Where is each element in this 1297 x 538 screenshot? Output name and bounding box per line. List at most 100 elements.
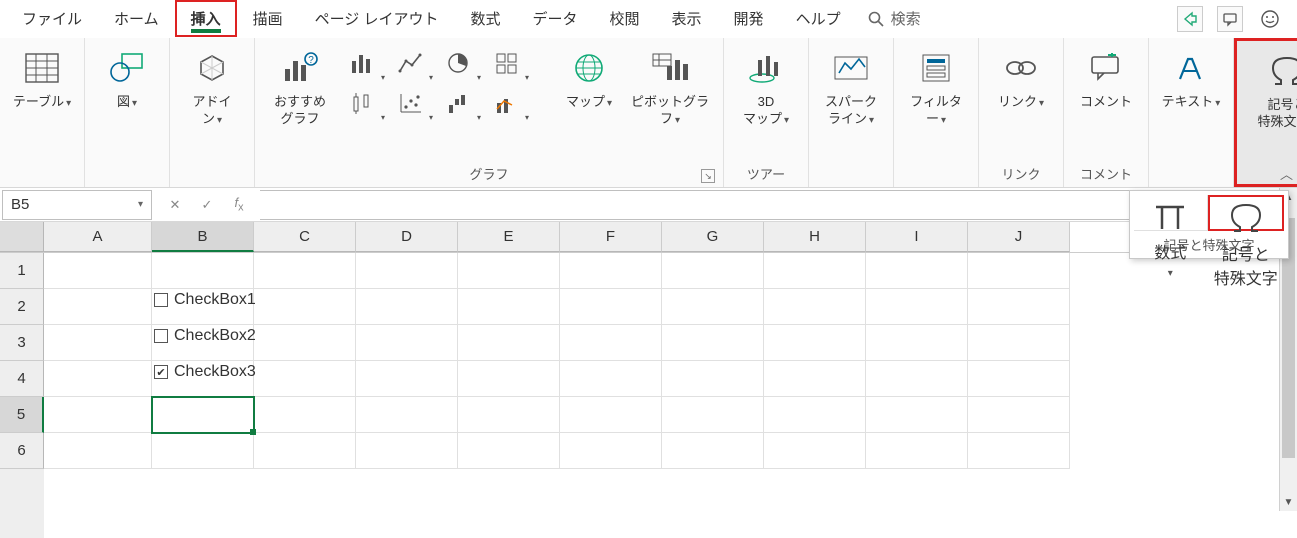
scroll-down-icon[interactable]: ▼: [1280, 493, 1297, 511]
collapse-ribbon-button[interactable]: ︿: [1280, 164, 1293, 183]
comments-icon[interactable]: [1217, 6, 1243, 32]
tell-me-search[interactable]: 検索: [857, 8, 931, 29]
addins-button[interactable]: アドイ ン▾: [178, 44, 246, 132]
cell[interactable]: [356, 361, 458, 397]
sparklines-button[interactable]: スパーク ライン▾: [817, 44, 885, 132]
symbol-button[interactable]: 記号と 特殊文字: [1208, 195, 1285, 231]
cell[interactable]: [254, 361, 356, 397]
cell[interactable]: [764, 433, 866, 469]
cells-area[interactable]: CheckBox1CheckBox2✔CheckBox3: [44, 253, 1297, 538]
recommended-charts-button[interactable]: ? おすすめ グラフ: [263, 44, 337, 132]
column-header[interactable]: J: [968, 222, 1070, 252]
cell[interactable]: [968, 433, 1070, 469]
cell[interactable]: [152, 397, 254, 433]
filters-button[interactable]: フィルター▾: [902, 44, 970, 132]
cell[interactable]: [254, 397, 356, 433]
cell[interactable]: [968, 253, 1070, 289]
cell[interactable]: [44, 289, 152, 325]
cell[interactable]: [662, 397, 764, 433]
cell[interactable]: [458, 397, 560, 433]
cell[interactable]: [356, 289, 458, 325]
tab-pagelayout[interactable]: ページ レイアウト: [299, 0, 455, 37]
row-header[interactable]: 3: [0, 325, 44, 361]
tab-home[interactable]: ホーム: [98, 0, 175, 37]
cell[interactable]: [44, 433, 152, 469]
cell[interactable]: [458, 433, 560, 469]
column-header[interactable]: H: [764, 222, 866, 252]
insert-function-icon[interactable]: fx: [230, 195, 248, 214]
cell[interactable]: [254, 325, 356, 361]
column-header[interactable]: E: [458, 222, 560, 252]
chart-type-waterfall[interactable]: ▾: [439, 84, 479, 122]
chart-type-pie[interactable]: ▾: [439, 44, 479, 82]
checkbox-box[interactable]: [154, 329, 168, 343]
chevron-down-icon[interactable]: ▾: [138, 199, 143, 210]
equation-button[interactable]: 数式▾: [1134, 195, 1208, 231]
row-header[interactable]: 6: [0, 433, 44, 469]
cell[interactable]: [662, 361, 764, 397]
row-header[interactable]: 2: [0, 289, 44, 325]
chart-type-column[interactable]: ▾: [343, 44, 383, 82]
tab-data[interactable]: データ: [517, 0, 594, 37]
tab-draw[interactable]: 描画: [237, 0, 299, 37]
column-header[interactable]: D: [356, 222, 458, 252]
column-header[interactable]: C: [254, 222, 356, 252]
tab-formulas[interactable]: 数式: [454, 0, 516, 37]
row-header[interactable]: 4: [0, 361, 44, 397]
cell[interactable]: [356, 397, 458, 433]
column-header[interactable]: G: [662, 222, 764, 252]
tables-button[interactable]: テーブル▾: [8, 44, 76, 115]
tab-view[interactable]: 表示: [656, 0, 718, 37]
chart-type-hierarchy[interactable]: ▾: [487, 44, 527, 82]
checkbox-control[interactable]: CheckBox1: [154, 291, 256, 309]
cell[interactable]: [968, 289, 1070, 325]
name-box[interactable]: B5 ▾: [2, 190, 152, 220]
tab-developer[interactable]: 開発: [718, 0, 780, 37]
smiley-icon[interactable]: [1257, 6, 1283, 32]
cell[interactable]: [866, 433, 968, 469]
column-header[interactable]: F: [560, 222, 662, 252]
cell[interactable]: [44, 325, 152, 361]
cell[interactable]: [764, 325, 866, 361]
cell[interactable]: [560, 325, 662, 361]
cell[interactable]: [356, 433, 458, 469]
cell[interactable]: [458, 361, 560, 397]
cell[interactable]: [152, 253, 254, 289]
cell[interactable]: [764, 361, 866, 397]
chart-type-combo[interactable]: ▾: [487, 84, 527, 122]
cell[interactable]: [764, 289, 866, 325]
charts-dialog-launcher[interactable]: ↘: [701, 169, 715, 183]
cell[interactable]: [662, 289, 764, 325]
cell[interactable]: [44, 361, 152, 397]
maps-button[interactable]: マップ▾: [559, 44, 619, 115]
cell[interactable]: [764, 397, 866, 433]
link-button[interactable]: リンク▾: [987, 44, 1055, 115]
cell[interactable]: [866, 253, 968, 289]
tab-insert[interactable]: 挿入: [175, 0, 237, 37]
share-icon[interactable]: [1177, 6, 1203, 32]
chart-type-scatter[interactable]: ▾: [391, 84, 431, 122]
tab-file[interactable]: ファイル: [6, 0, 98, 37]
checkbox-control[interactable]: CheckBox2: [154, 327, 256, 345]
cell[interactable]: [662, 253, 764, 289]
cell[interactable]: [968, 361, 1070, 397]
cell[interactable]: [560, 397, 662, 433]
cell[interactable]: [764, 253, 866, 289]
cell[interactable]: [968, 397, 1070, 433]
cell[interactable]: [458, 325, 560, 361]
chart-type-statistic[interactable]: ▾: [343, 84, 383, 122]
cell[interactable]: [254, 433, 356, 469]
cell[interactable]: [866, 361, 968, 397]
illustrations-button[interactable]: 図▾: [93, 44, 161, 115]
cell[interactable]: [458, 289, 560, 325]
cell[interactable]: [44, 397, 152, 433]
column-header[interactable]: B: [152, 222, 254, 252]
cell[interactable]: [458, 253, 560, 289]
column-header[interactable]: A: [44, 222, 152, 252]
row-header[interactable]: 5: [0, 397, 44, 433]
cell[interactable]: [866, 325, 968, 361]
symbols-button[interactable]: 記号と 特殊文字▾: [1245, 47, 1297, 135]
cell[interactable]: [254, 253, 356, 289]
cell[interactable]: [866, 397, 968, 433]
pivotchart-button[interactable]: ピボットグラフ▾: [625, 44, 715, 132]
